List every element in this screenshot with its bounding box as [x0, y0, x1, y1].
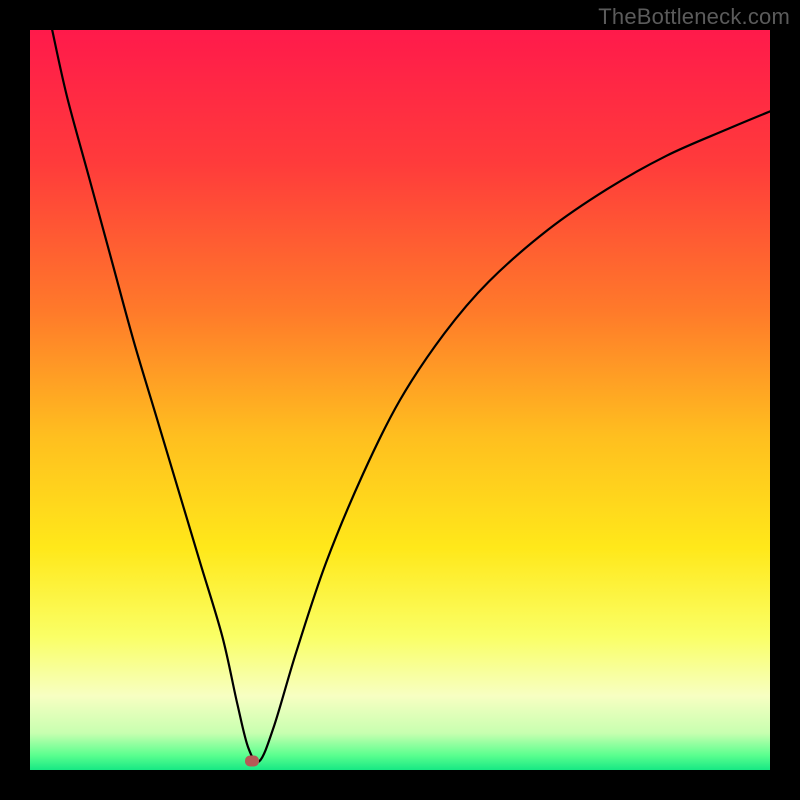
chart-frame: TheBottleneck.com: [0, 0, 800, 800]
bottleneck-curve: [30, 30, 770, 770]
chart-plot-area: [30, 30, 770, 770]
watermark-text: TheBottleneck.com: [598, 4, 790, 30]
minimum-marker: [245, 756, 259, 767]
